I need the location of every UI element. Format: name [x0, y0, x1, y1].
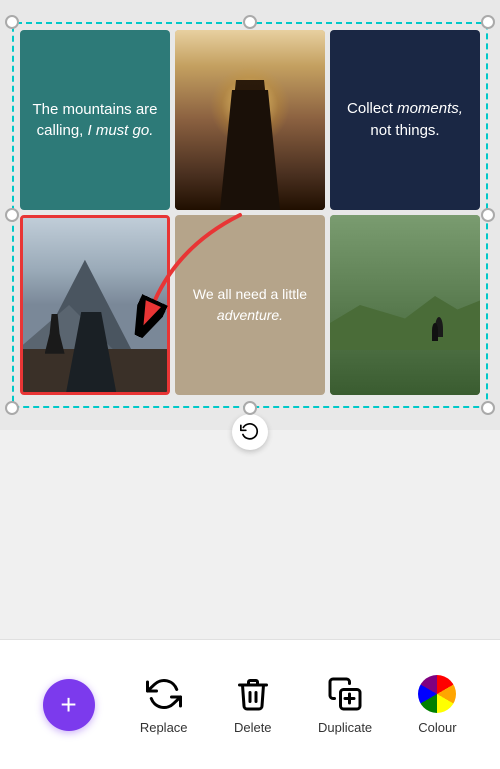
delete-icon — [233, 674, 273, 714]
collage-wrapper[interactable]: The mountains are calling, I must go. Co… — [20, 30, 480, 400]
mountain-scene — [23, 218, 167, 392]
colour-button[interactable]: Colour — [417, 674, 457, 735]
cell-photo-mountain-above[interactable] — [175, 30, 325, 210]
duplicate-button[interactable]: Duplicate — [318, 674, 372, 735]
ground — [23, 349, 167, 393]
collage-grid: The mountains are calling, I must go. Co… — [20, 30, 480, 395]
handle-top-right[interactable] — [481, 15, 495, 29]
cell-1-text: The mountains are calling, I must go. — [32, 99, 158, 141]
handle-bottom-right[interactable] — [481, 401, 495, 415]
handle-right-middle[interactable] — [481, 208, 495, 222]
cell-5-text: We all need a little adventure. — [187, 284, 313, 326]
cell-text-collect[interactable]: Collect moments, not things. — [330, 30, 480, 210]
cell-text-mountains[interactable]: The mountains are calling, I must go. — [20, 30, 170, 210]
cell-text-adventure[interactable]: We all need a little adventure. — [175, 215, 325, 395]
rotate-handle[interactable] — [232, 414, 268, 450]
bottom-toolbar: + Replace Delete — [0, 639, 500, 769]
handle-top-middle[interactable] — [243, 15, 257, 29]
plus-icon: + — [60, 689, 76, 721]
duplicate-label: Duplicate — [318, 720, 372, 735]
add-fab-button[interactable]: + — [43, 679, 95, 731]
duplicate-icon — [325, 674, 365, 714]
delete-label: Delete — [234, 720, 272, 735]
colour-label: Colour — [418, 720, 456, 735]
handle-bottom-middle[interactable] — [243, 401, 257, 415]
replace-button[interactable]: Replace — [140, 674, 188, 735]
replace-label: Replace — [140, 720, 188, 735]
colour-icon — [417, 674, 457, 714]
handle-left-middle[interactable] — [5, 208, 19, 222]
cell-photo-hill[interactable] — [330, 215, 480, 395]
delete-button[interactable]: Delete — [233, 674, 273, 735]
handle-top-left[interactable] — [5, 15, 19, 29]
replace-icon — [144, 674, 184, 714]
handle-bottom-left[interactable] — [5, 401, 19, 415]
canvas-area: The mountains are calling, I must go. Co… — [0, 0, 500, 430]
cell-3-text: Collect moments, not things. — [342, 98, 468, 143]
cell-photo-person-mountain[interactable] — [20, 215, 170, 395]
